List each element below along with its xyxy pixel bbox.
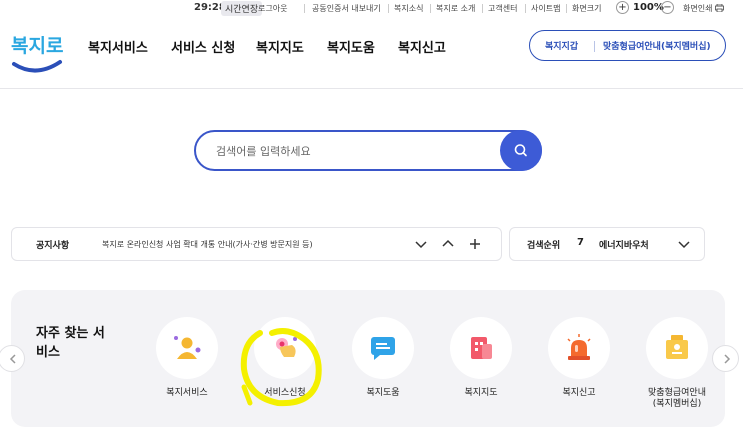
chat-bubble-icon bbox=[371, 337, 395, 360]
frequent-services-panel: 자주 찾는 서비스 복지서비스 서비스신청 복지도움 복지지도 복지신고 맞춤형… bbox=[11, 290, 725, 427]
service-label: 맞춤형급여안내 (복지멤버십) bbox=[648, 388, 706, 409]
print-label: 화면인쇄 bbox=[683, 4, 713, 13]
notice-prev-button[interactable] bbox=[440, 236, 456, 252]
carousel-next-button[interactable] bbox=[712, 345, 739, 372]
zoom-out-button[interactable]: − bbox=[661, 1, 674, 14]
notice-next-button[interactable] bbox=[413, 236, 429, 252]
search-input[interactable] bbox=[216, 142, 486, 160]
chevron-right-icon bbox=[724, 354, 731, 364]
service-icon-circle bbox=[352, 317, 414, 379]
logo-text: 복지로 bbox=[11, 35, 63, 57]
service-icon-circle bbox=[548, 317, 610, 379]
divider bbox=[304, 4, 305, 13]
bokjiro-logo[interactable]: 복지로 bbox=[10, 26, 66, 76]
divider bbox=[594, 41, 595, 52]
rank-expand-button[interactable] bbox=[676, 236, 692, 252]
service-label: 복지도움 bbox=[366, 388, 400, 398]
person-icon bbox=[174, 336, 201, 359]
frequent-services-title: 자주 찾는 서비스 bbox=[36, 326, 105, 360]
logout-link[interactable]: 로그아웃 bbox=[258, 3, 287, 14]
print-link[interactable]: 화면인쇄 bbox=[683, 3, 724, 14]
service-label: 복지지도 bbox=[464, 388, 498, 398]
service-icon-circle bbox=[254, 317, 316, 379]
notice-bar: 공지사항 복지로 온라인신청 사업 확대 개통 안내(가사·간병 방문지원 등) bbox=[11, 227, 502, 261]
header-divider bbox=[0, 88, 743, 89]
header-quick-links: 복지지갑 맞춤형급여안내(복지멤버십) bbox=[529, 30, 726, 61]
chevron-left-icon bbox=[9, 354, 16, 364]
chevron-up-icon bbox=[442, 239, 454, 247]
chevron-down-icon bbox=[415, 241, 427, 249]
service-item-apply[interactable]: 서비스신청 bbox=[250, 317, 320, 399]
news-link[interactable]: 복지소식 bbox=[394, 3, 423, 14]
service-item-map[interactable]: 복지지도 bbox=[446, 317, 516, 399]
rank-keyword[interactable]: 에너지바우처 bbox=[599, 238, 649, 251]
rank-label: 검색순위 bbox=[527, 241, 561, 251]
nav-welfare-services[interactable]: 복지서비스 bbox=[88, 37, 148, 56]
nav-service-apply[interactable]: 서비스 신청 bbox=[171, 37, 235, 56]
hand-click-icon bbox=[276, 337, 297, 357]
service-label: 서비스신청 bbox=[264, 388, 306, 398]
service-item-report[interactable]: 복지신고 bbox=[544, 317, 614, 399]
siren-icon bbox=[567, 334, 591, 360]
sitemap-link[interactable]: 사이트맵 bbox=[531, 3, 560, 14]
membership-info-button[interactable]: 맞춤형급여안내(복지멤버십) bbox=[603, 39, 711, 52]
notice-more-button[interactable] bbox=[467, 236, 483, 252]
zoom-level: 100% bbox=[633, 2, 664, 13]
chevron-down-icon bbox=[678, 241, 690, 249]
plus-icon bbox=[470, 239, 480, 249]
zoom-in-button[interactable]: + bbox=[616, 1, 629, 14]
divider bbox=[525, 4, 526, 13]
nav-welfare-report[interactable]: 복지신고 bbox=[398, 37, 446, 56]
service-item-membership[interactable]: 맞춤형급여안내 (복지멤버십) bbox=[642, 317, 712, 410]
membership-badge-icon bbox=[666, 335, 688, 359]
service-label: 복지신고 bbox=[562, 388, 596, 398]
divider bbox=[430, 4, 431, 13]
search-rank-bar: 검색순위 7 에너지바우처 bbox=[509, 227, 705, 261]
search-icon bbox=[514, 144, 527, 157]
service-label: 복지서비스 bbox=[166, 388, 208, 398]
service-icon-circle bbox=[646, 317, 708, 379]
service-item-help[interactable]: 복지도움 bbox=[348, 317, 418, 399]
support-link[interactable]: 고객센터 bbox=[488, 3, 517, 14]
service-item-welfare[interactable]: 복지서비스 bbox=[152, 317, 222, 399]
building-map-icon bbox=[471, 337, 492, 359]
notice-label: 공지사항 bbox=[36, 241, 70, 251]
rank-number: 7 bbox=[577, 237, 584, 248]
welfare-wallet-button[interactable]: 복지지갑 bbox=[545, 39, 578, 52]
cert-export-link[interactable]: 공동인증서 내보내기 bbox=[312, 3, 381, 14]
about-link[interactable]: 복지로 소개 bbox=[436, 3, 475, 14]
service-icon-circle bbox=[450, 317, 512, 379]
service-icon-circle bbox=[156, 317, 218, 379]
divider bbox=[566, 4, 567, 13]
notice-text[interactable]: 복지로 온라인신청 사업 확대 개통 안내(가사·간병 방문지원 등) bbox=[102, 239, 313, 250]
extend-time-button[interactable]: 시간연장 bbox=[221, 1, 263, 16]
nav-welfare-help[interactable]: 복지도움 bbox=[327, 37, 375, 56]
screen-size-label: 화면크기 bbox=[572, 4, 602, 13]
printer-icon bbox=[715, 3, 724, 13]
divider bbox=[388, 4, 389, 13]
search-bar bbox=[194, 130, 542, 171]
nav-welfare-map[interactable]: 복지지도 bbox=[256, 37, 304, 56]
search-button[interactable] bbox=[500, 130, 542, 171]
divider bbox=[482, 4, 483, 13]
utility-bar: 29:28 시간연장 로그아웃 공동인증서 내보내기 복지소식 복지로 소개 고… bbox=[0, 0, 743, 18]
